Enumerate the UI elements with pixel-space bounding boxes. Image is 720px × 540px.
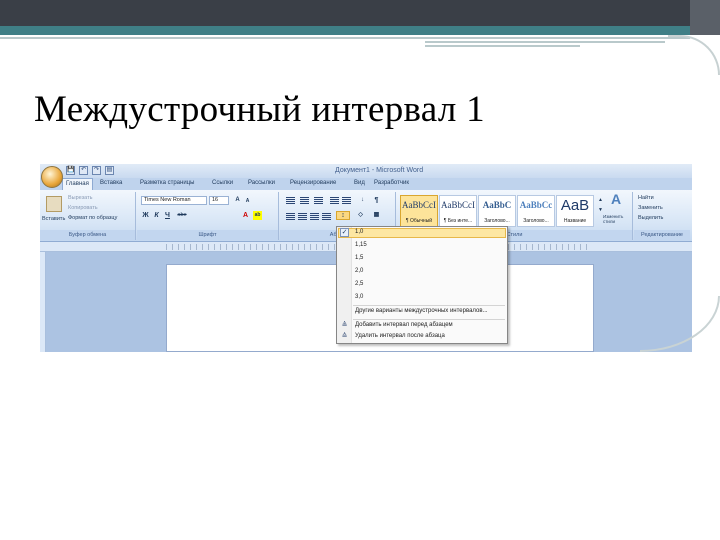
borders-icon[interactable]: ▦ [372, 211, 381, 220]
menu-item-1-15[interactable]: 1,15 [355, 242, 367, 248]
tab-review[interactable]: Рецензирование [290, 180, 336, 186]
style-sample: AaBbCc [519, 200, 553, 210]
tab-view[interactable]: Вид [354, 180, 365, 186]
slide-rule [425, 41, 665, 43]
style-sample: AaBbC [482, 200, 512, 210]
sort-icon[interactable]: ↓ [358, 196, 367, 205]
find-button[interactable]: Найти [638, 195, 654, 201]
shading-icon[interactable]: ◇ [356, 211, 365, 220]
slide-bottom-curve [640, 296, 720, 352]
tab-home[interactable]: Главная [62, 178, 93, 190]
save-icon[interactable]: 💾 [66, 166, 75, 175]
style-title[interactable]: AaB Название [556, 195, 594, 227]
group-label: Редактирование [634, 230, 690, 240]
change-styles-button[interactable]: Изменить стили [603, 214, 631, 224]
style-sample: AaBbCcI [441, 200, 475, 210]
menu-item-1-5[interactable]: 1,5 [355, 255, 363, 261]
slide-accent-band [0, 26, 720, 35]
show-marks-icon[interactable]: ¶ [372, 196, 381, 205]
vertical-ruler [40, 252, 46, 352]
line-spacing-icon[interactable]: ↕ [336, 211, 350, 220]
word-screenshot: 💾 ↶ ↷ ▤ Документ1 - Microsoft Word Главн… [40, 164, 692, 352]
menu-item-2-0[interactable]: 2,0 [355, 268, 363, 274]
font-size-select[interactable]: 16 [209, 196, 229, 205]
format-painter-button[interactable]: Формат по образцу [68, 215, 117, 221]
align-right-icon[interactable] [310, 213, 319, 220]
decrease-indent-icon[interactable] [330, 197, 339, 204]
cut-button[interactable]: Вырезать [68, 195, 92, 201]
editing-group: Найти Заменить Выделить Редактирование [634, 192, 690, 240]
menu-item-2-5[interactable]: 2,5 [355, 281, 363, 287]
shrink-font-button[interactable]: A [243, 197, 252, 206]
change-styles-icon[interactable]: A [606, 192, 626, 211]
font-group: Times New Roman 16 A A Ж К Ч abe A ab Шр… [137, 192, 279, 240]
slide-rule [0, 37, 690, 39]
slide-corner-curve [668, 35, 720, 75]
slide-rule [425, 45, 580, 47]
style-heading-2[interactable]: AaBbCc Заголово... [517, 195, 555, 227]
print-icon[interactable]: ▤ [105, 166, 114, 175]
menu-separator [353, 319, 505, 320]
tab-developer[interactable]: Разработчик [374, 180, 409, 186]
bold-button[interactable]: Ж [141, 211, 150, 220]
paste-icon[interactable] [46, 196, 62, 212]
align-left-icon[interactable] [286, 213, 295, 220]
menu-item-more-options[interactable]: Другие варианты междустрочных интервалов… [355, 308, 488, 314]
align-center-icon[interactable] [298, 213, 307, 220]
justify-icon[interactable] [322, 213, 331, 220]
numbering-icon[interactable] [300, 197, 309, 204]
ribbon-tabs: Главная Вставка Разметка страницы Ссылки… [40, 178, 692, 190]
font-name-select[interactable]: Times New Roman [141, 196, 207, 205]
menu-item-add-space-before[interactable]: Добавить интервал перед абзацем [355, 322, 453, 328]
select-button[interactable]: Выделить [638, 215, 663, 221]
office-button[interactable] [41, 166, 63, 188]
highlight-icon[interactable]: ab [253, 211, 262, 220]
underline-button[interactable]: Ч [163, 211, 172, 220]
line-spacing-menu: ✓ 1,0 1,15 1,5 2,0 2,5 3,0 Другие вариан… [336, 226, 508, 344]
increase-indent-icon[interactable] [342, 197, 351, 204]
tab-insert[interactable]: Вставка [100, 180, 122, 186]
add-space-before-icon: ≜ [341, 322, 348, 329]
menu-item-1-0[interactable]: 1,0 [355, 229, 363, 235]
style-sample: AaB [560, 197, 590, 214]
window-title: Документ1 - Microsoft Word [335, 167, 424, 174]
style-name: Заголово... [484, 218, 510, 224]
menu-separator [353, 305, 505, 306]
menu-item-remove-space-after[interactable]: Удалить интервал после абзаца [355, 333, 445, 339]
check-icon: ✓ [340, 228, 349, 237]
quick-access-toolbar: 💾 ↶ ↷ ▤ [66, 166, 114, 175]
slide-top-band [0, 0, 720, 26]
replace-button[interactable]: Заменить [638, 205, 663, 211]
clipboard-group: Вставить Вырезать Копировать Формат по о… [40, 192, 136, 240]
italic-button[interactable]: К [152, 211, 161, 220]
style-name: Заголово... [523, 218, 549, 224]
tab-references[interactable]: Ссылки [212, 180, 233, 186]
multilevel-list-icon[interactable] [314, 197, 323, 204]
style-normal[interactable]: AaBbCcI ¶ Обычный [400, 195, 438, 227]
style-name: ¶ Без инте... [443, 218, 473, 224]
style-heading-1[interactable]: AaBbC Заголово... [478, 195, 516, 227]
style-sample: AaBbCcI [402, 200, 436, 210]
word-title-bar: 💾 ↶ ↷ ▤ Документ1 - Microsoft Word [40, 164, 692, 178]
tab-page-layout[interactable]: Разметка страницы [140, 180, 194, 186]
bullets-icon[interactable] [286, 197, 295, 204]
strikethrough-button[interactable]: abe [175, 211, 189, 220]
font-color-icon[interactable]: A [241, 211, 250, 220]
slide-title: Междустрочный интервал 1 [34, 89, 485, 130]
undo-icon[interactable]: ↶ [79, 166, 88, 175]
paste-button[interactable]: Вставить [42, 216, 65, 222]
group-label: Шрифт [137, 230, 278, 240]
menu-item-3-0[interactable]: 3,0 [355, 294, 363, 300]
copy-button[interactable]: Копировать [68, 205, 98, 211]
group-label: Буфер обмена [40, 230, 135, 240]
styles-scroll-up-icon[interactable]: ▲ [596, 196, 605, 205]
style-no-spacing[interactable]: AaBbCcI ¶ Без инте... [439, 195, 477, 227]
style-name: ¶ Обычный [405, 218, 433, 224]
redo-icon[interactable]: ↷ [92, 166, 101, 175]
slide-corner-block [690, 0, 720, 35]
remove-space-after-icon: ≙ [341, 333, 348, 340]
style-name: Название [563, 218, 587, 224]
tab-mailings[interactable]: Рассылки [248, 180, 275, 186]
grow-font-button[interactable]: A [233, 196, 242, 205]
